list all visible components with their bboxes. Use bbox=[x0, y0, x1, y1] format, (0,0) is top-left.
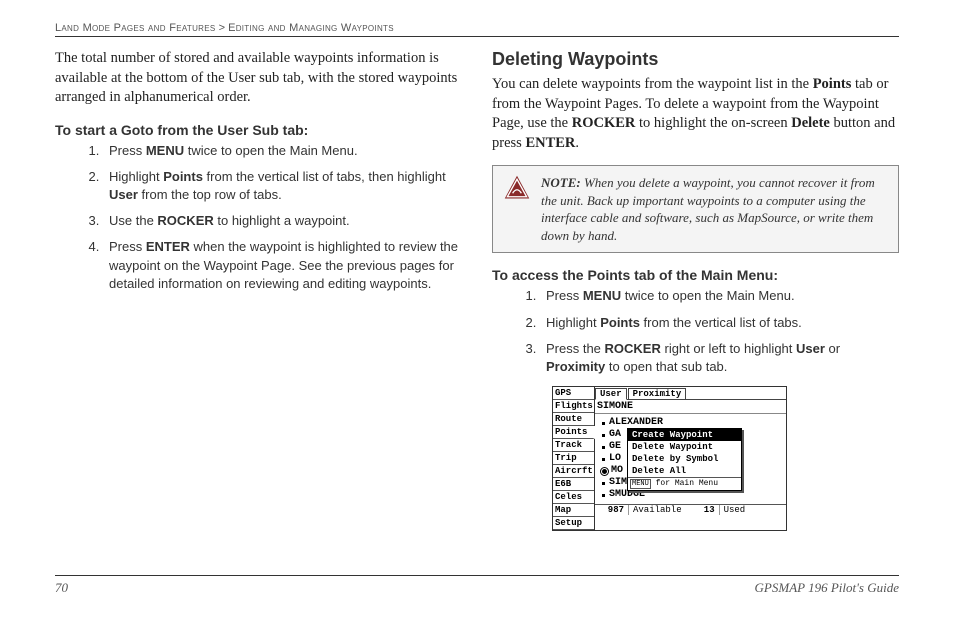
warning-triangle-icon bbox=[503, 174, 531, 202]
page-number: 70 bbox=[55, 580, 68, 596]
used-label: Used bbox=[720, 505, 750, 515]
book-title: GPSMAP 196 Pilot's Guide bbox=[755, 580, 899, 596]
procedure-title-goto: To start a Goto from the User Sub tab: bbox=[55, 122, 462, 138]
breadcrumb-subsection: Editing and Managing Waypoints bbox=[228, 22, 394, 34]
menu-item: Delete by Symbol bbox=[628, 453, 741, 465]
side-tabs: GPSFlightsRoutePointsTrackTripAircrftE6B… bbox=[553, 387, 595, 530]
panel-header: SIMONE bbox=[595, 400, 786, 414]
top-tab-item: User bbox=[595, 388, 627, 400]
side-tab-item: Points bbox=[553, 426, 595, 439]
available-count: 987 bbox=[595, 505, 629, 515]
side-tab-item: Aircrft bbox=[553, 465, 594, 478]
side-tab-item: Celes bbox=[553, 491, 594, 504]
access-steps: Press MENU twice to open the Main Menu. … bbox=[492, 287, 899, 376]
right-column: Deleting Waypoints You can delete waypoi… bbox=[492, 49, 899, 531]
side-tab-item: Trip bbox=[553, 452, 594, 465]
top-tab-item: Proximity bbox=[628, 388, 687, 399]
page-header: Land Mode Pages and Features > Editing a… bbox=[55, 22, 899, 37]
side-tab-item: E6B bbox=[553, 478, 594, 491]
side-tab-item: Map bbox=[553, 504, 594, 517]
top-tabs: UserProximity bbox=[595, 387, 786, 400]
step-2: Highlight Points from the vertical list … bbox=[540, 314, 899, 332]
available-label: Available bbox=[629, 505, 686, 515]
step-1: Press MENU twice to open the Main Menu. bbox=[103, 142, 462, 160]
note-box: NOTE: When you delete a waypoint, you ca… bbox=[492, 165, 899, 253]
side-tab-item: Track bbox=[553, 439, 594, 452]
step-3: Press the ROCKER right or left to highli… bbox=[540, 340, 899, 376]
breadcrumb-section: Land Mode Pages and Features bbox=[55, 22, 216, 34]
note-text: NOTE: When you delete a waypoint, you ca… bbox=[541, 174, 888, 244]
intro-paragraph: The total number of stored and available… bbox=[55, 49, 462, 108]
main-panel: UserProximity SIMONE ALEXANDERGAGELOMOSI… bbox=[595, 387, 786, 530]
menu-hint: MENU for Main Menu bbox=[628, 478, 741, 490]
side-tab-item: Setup bbox=[553, 517, 594, 530]
used-count: 13 bbox=[686, 505, 720, 515]
menu-item: Create Waypoint bbox=[628, 429, 741, 441]
device-screenshot: GPSFlightsRoutePointsTrackTripAircrftE6B… bbox=[552, 386, 787, 531]
step-3: Use the ROCKER to highlight a waypoint. bbox=[103, 212, 462, 230]
page-footer: 70 GPSMAP 196 Pilot's Guide bbox=[55, 575, 899, 596]
step-4: Press ENTER when the waypoint is highlig… bbox=[103, 238, 462, 293]
step-1: Press MENU twice to open the Main Menu. bbox=[540, 287, 899, 305]
procedure-title-access: To access the Points tab of the Main Men… bbox=[492, 267, 899, 283]
step-2: Highlight Points from the vertical list … bbox=[103, 168, 462, 204]
side-tab-item: Route bbox=[553, 413, 594, 426]
deleting-title: Deleting Waypoints bbox=[492, 49, 899, 70]
context-menu: Create WaypointDelete WaypointDelete by … bbox=[627, 428, 742, 491]
menu-item: Delete All bbox=[628, 465, 741, 477]
goto-steps: Press MENU twice to open the Main Menu. … bbox=[55, 142, 462, 293]
side-tab-item: Flights bbox=[553, 400, 594, 413]
deleting-paragraph: You can delete waypoints from the waypoi… bbox=[492, 75, 899, 153]
side-tab-item: GPS bbox=[553, 387, 594, 400]
menu-item: Delete Waypoint bbox=[628, 441, 741, 453]
status-bar: 987 Available 13 Used bbox=[595, 504, 786, 515]
left-column: The total number of stored and available… bbox=[55, 49, 462, 531]
